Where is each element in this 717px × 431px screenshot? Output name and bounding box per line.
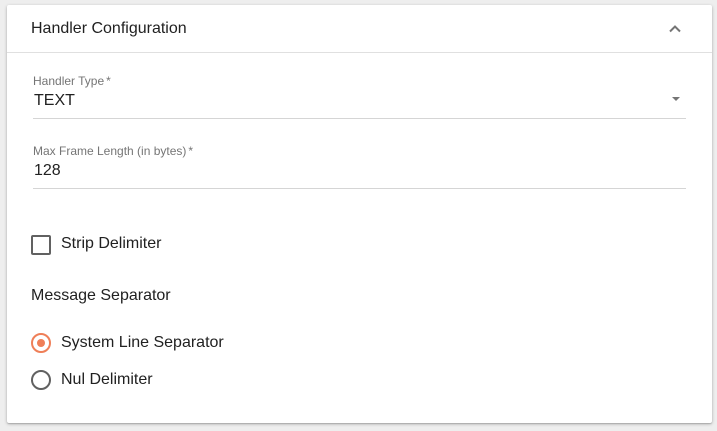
radio-button-selected[interactable] [31,333,51,353]
chevron-up-icon [669,25,681,33]
handler-type-label: Handler Type * [33,74,111,88]
checkbox-box[interactable] [31,235,51,255]
max-frame-length-label: Max Frame Length (in bytes) * [33,144,194,158]
field-underline [33,188,686,189]
caret-down-icon[interactable] [669,92,683,106]
handler-type-value: TEXT [34,92,75,109]
required-mark: * [188,144,194,158]
field-underline [33,118,686,119]
radio-label: System Line Separator [61,334,224,351]
radio-label: Nul Delimiter [61,371,153,388]
radio-button[interactable] [31,370,51,390]
handler-configuration-panel: Handler Configuration Handler Type * TEXT… [7,5,712,423]
max-frame-length-value[interactable]: 128 [34,161,61,181]
collapse-button[interactable] [663,17,687,41]
panel-title: Handler Configuration [31,20,187,37]
panel-header[interactable]: Handler Configuration [7,5,712,53]
strip-delimiter-label: Strip Delimiter [61,235,162,252]
required-mark: * [106,74,111,88]
radio-dot [37,339,45,347]
message-separator-title: Message Separator [31,287,171,304]
